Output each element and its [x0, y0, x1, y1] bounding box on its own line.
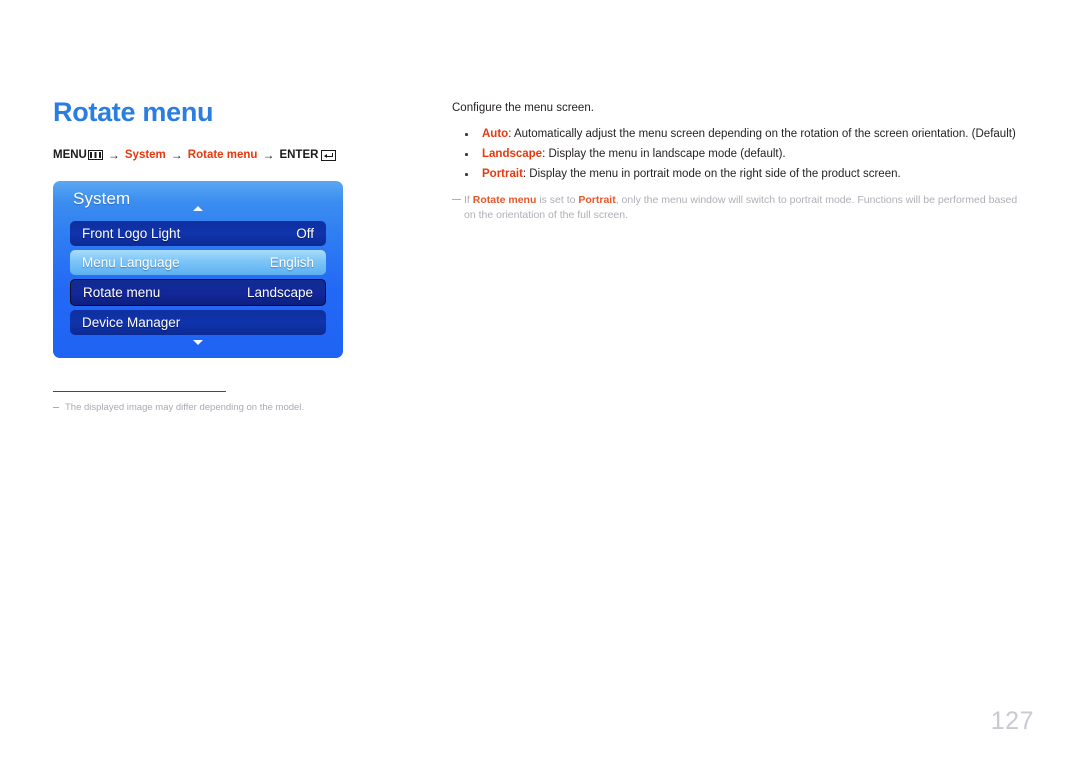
footnote-divider	[53, 391, 226, 392]
note-term-rotate-menu: Rotate menu	[472, 194, 537, 206]
option-item-portrait: Portrait: Display the menu in portrait m…	[452, 164, 1032, 184]
right-column: Configure the menu screen. Auto: Automat…	[452, 100, 1032, 223]
option-term: Portrait	[482, 168, 523, 180]
menu-path-arrow-1: →	[107, 148, 120, 162]
menu-path-menu-label: MENU	[53, 149, 87, 161]
option-term: Landscape	[482, 148, 543, 160]
bullet-dot-icon	[465, 133, 468, 136]
osd-header: System	[53, 181, 343, 221]
description-intro: Configure the menu screen.	[452, 102, 594, 114]
page-title: Rotate menu	[53, 97, 214, 127]
left-column: Rotate menu MENU → System → Rotate menu …	[53, 95, 413, 414]
option-term: Auto	[482, 128, 509, 140]
option-description: : Display the menu in landscape mode (de…	[542, 148, 786, 160]
menu-path-step-rotate-menu: Rotate menu	[187, 149, 258, 161]
bullet-dot-icon	[465, 153, 468, 156]
osd-title: System	[73, 189, 131, 208]
note-term-portrait: Portrait	[578, 194, 616, 206]
menu-path-breadcrumb: MENU → System → Rotate menu → ENTER	[53, 148, 413, 162]
menu-path-enter-label: ENTER	[279, 149, 319, 161]
chevron-down-icon[interactable]	[193, 340, 203, 345]
option-description: : Automatically adjust the menu screen d…	[508, 128, 1016, 140]
osd-row-menu-language[interactable]: Menu Language English	[70, 250, 326, 275]
footnote-dash-icon	[53, 407, 59, 408]
osd-row-label: Device Manager	[82, 315, 181, 330]
osd-row-label: Front Logo Light	[82, 226, 181, 241]
menu-path-menu: MENU	[53, 149, 103, 161]
page-number: 127	[990, 707, 1034, 735]
osd-row-list: Front Logo Light Off Menu Language Engli…	[53, 221, 343, 335]
option-item-auto: Auto: Automatically adjust the menu scre…	[452, 124, 1032, 144]
note-part-1: If	[464, 194, 473, 206]
menu-path-arrow-3: →	[262, 148, 275, 162]
bullet-dot-icon	[465, 173, 468, 176]
left-footnote: The displayed image may differ depending…	[53, 391, 403, 414]
osd-row-value: English	[269, 255, 314, 270]
osd-row-label: Rotate menu	[83, 285, 161, 300]
enter-return-icon	[321, 149, 337, 161]
osd-system-menu-panel: System Front Logo Light Off Menu Languag…	[53, 181, 343, 358]
footnote-text: The displayed image may differ depending…	[65, 402, 305, 413]
osd-row-value: Off	[296, 226, 314, 241]
osd-row-value: Landscape	[246, 285, 313, 300]
option-description: : Display the menu in portrait mode on t…	[522, 168, 901, 180]
menu-grid-icon	[87, 150, 103, 160]
osd-row-label: Menu Language	[82, 255, 180, 270]
option-bullet-list: Auto: Automatically adjust the menu scre…	[452, 124, 1032, 184]
description-note: If Rotate menu is set to Portrait, only …	[452, 193, 1030, 223]
osd-row-front-logo-light[interactable]: Front Logo Light Off	[70, 221, 326, 246]
osd-row-device-manager[interactable]: Device Manager	[70, 310, 326, 335]
menu-path-arrow-2: →	[170, 148, 183, 162]
note-dash-icon	[452, 199, 461, 201]
menu-path-enter: ENTER	[279, 149, 337, 161]
menu-path-step-system: System	[124, 149, 166, 161]
footnote-text-row: The displayed image may differ depending…	[53, 401, 403, 414]
osd-row-rotate-menu[interactable]: Rotate menu Landscape	[70, 279, 326, 306]
note-part-2: is set to	[536, 194, 579, 206]
option-item-landscape: Landscape: Display the menu in landscape…	[452, 144, 1032, 164]
chevron-up-icon[interactable]	[193, 206, 203, 211]
